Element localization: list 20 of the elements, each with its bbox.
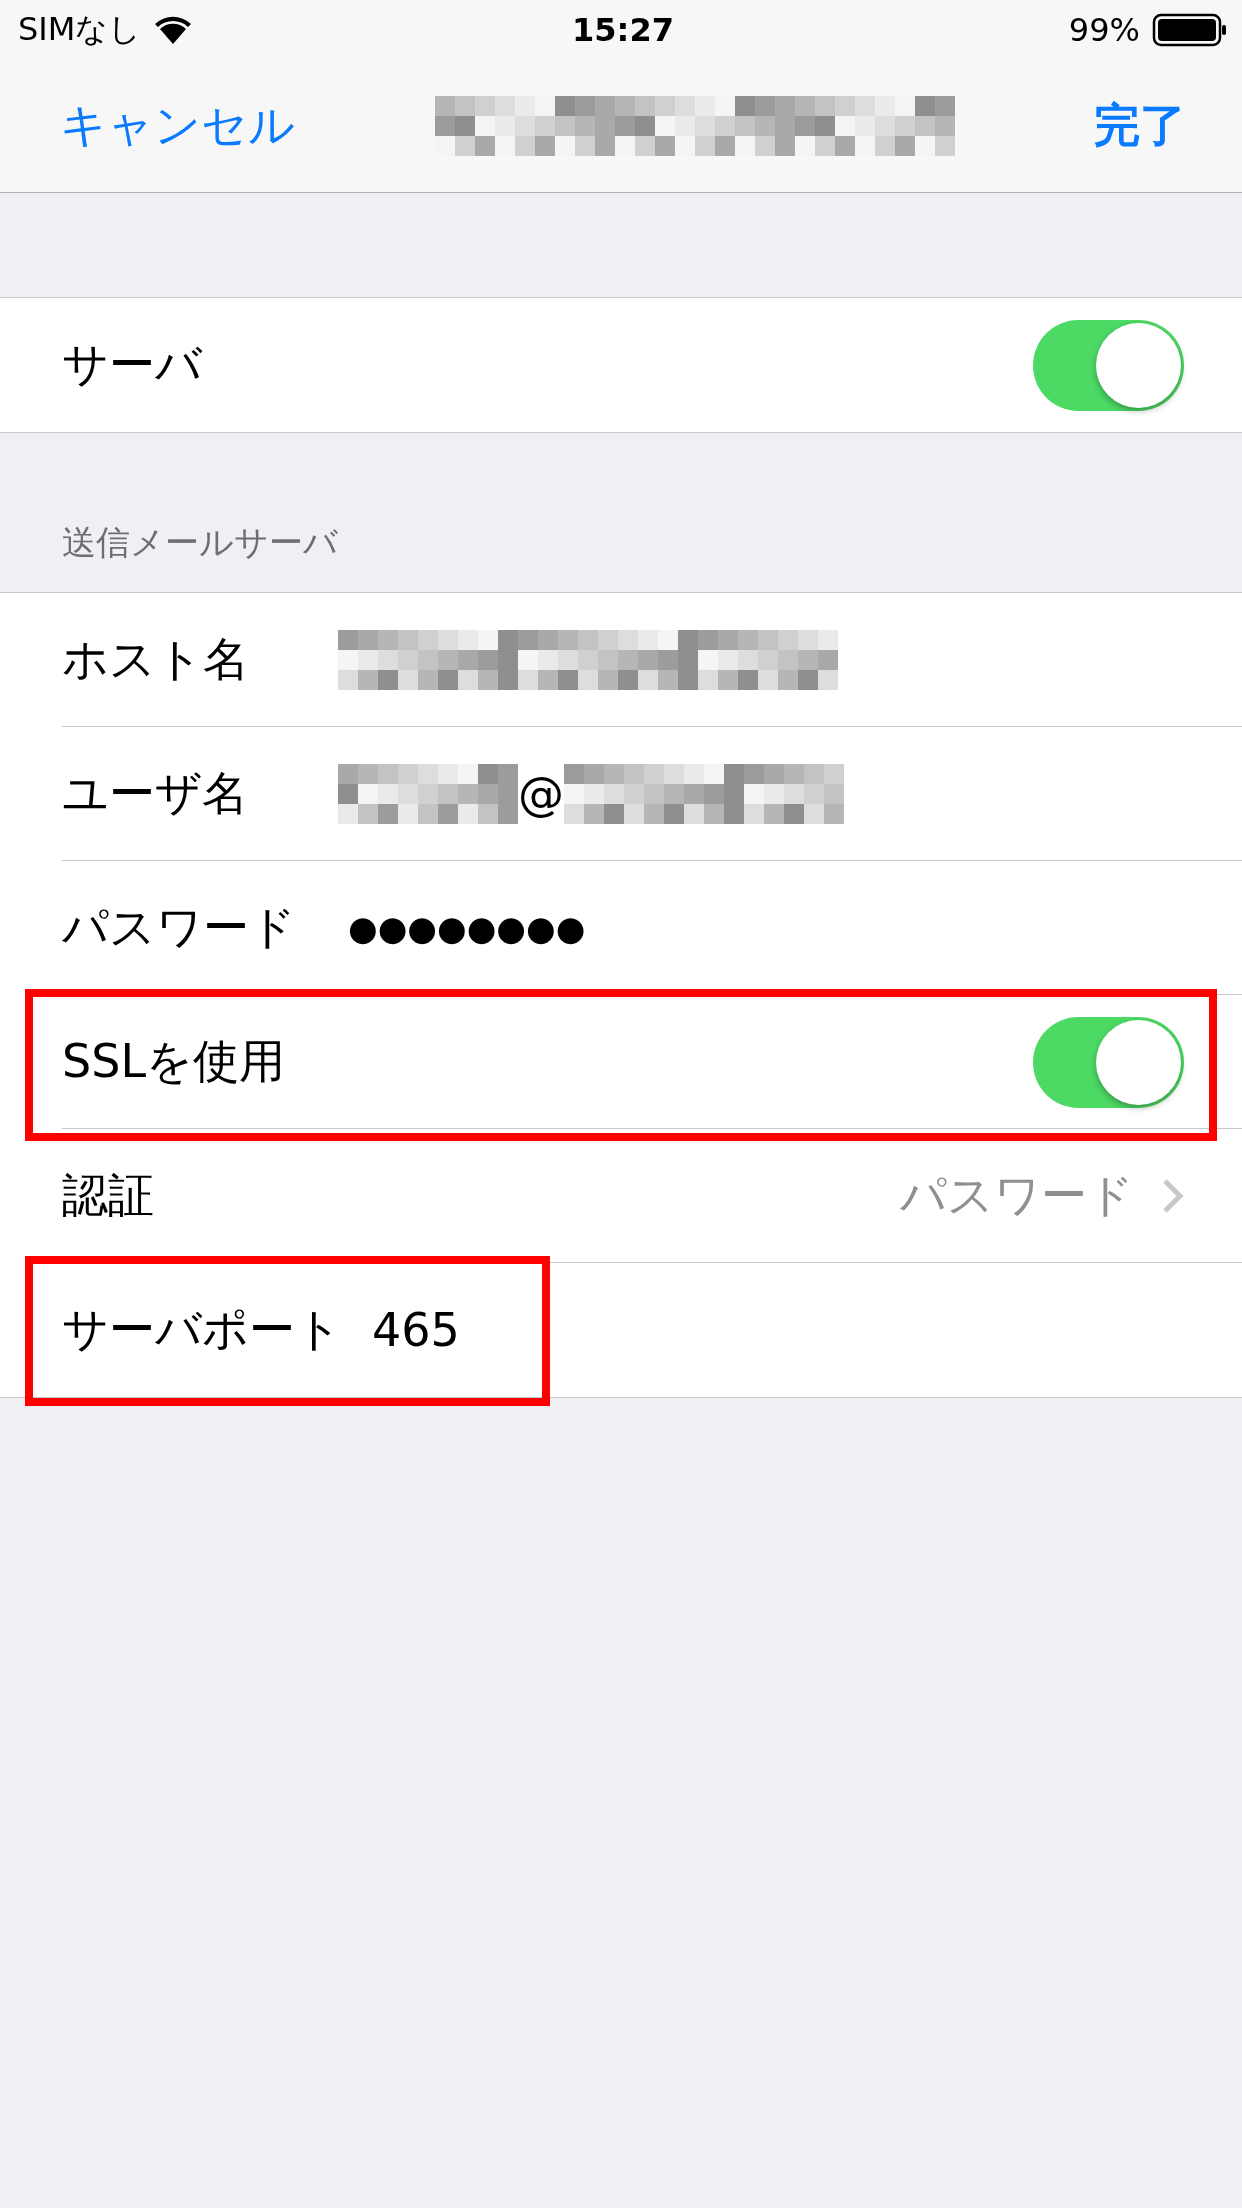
chevron-icon — [1162, 1178, 1184, 1214]
row-value[interactable]: パスワード — [900, 1165, 1134, 1227]
wifi-icon — [153, 15, 194, 45]
clock-text: 15:27 — [572, 11, 674, 49]
carrier-text: SIMなし — [18, 9, 142, 50]
section-header: 送信メールサーバ — [62, 521, 338, 564]
at-sign-text: @ — [518, 767, 564, 821]
cancel-button[interactable]: キャンセル — [60, 95, 295, 157]
row-label: パスワード — [62, 899, 297, 956]
password-value: ●●●●●●●● — [348, 908, 586, 948]
battery-percent: 99% — [1068, 11, 1140, 49]
row-label: SSLを使用 — [62, 1033, 286, 1090]
row-label: ホスト名 — [62, 631, 250, 688]
row-label: ユーザ名 — [62, 765, 249, 822]
done-button[interactable]: 完了 — [1094, 95, 1186, 157]
row-label: サーバポート — [62, 1301, 342, 1358]
row-label: 認証 — [62, 1167, 154, 1224]
port-value[interactable]: 465 — [372, 1303, 460, 1357]
row-label: サーバ — [62, 336, 202, 393]
battery-icon — [1152, 13, 1228, 47]
